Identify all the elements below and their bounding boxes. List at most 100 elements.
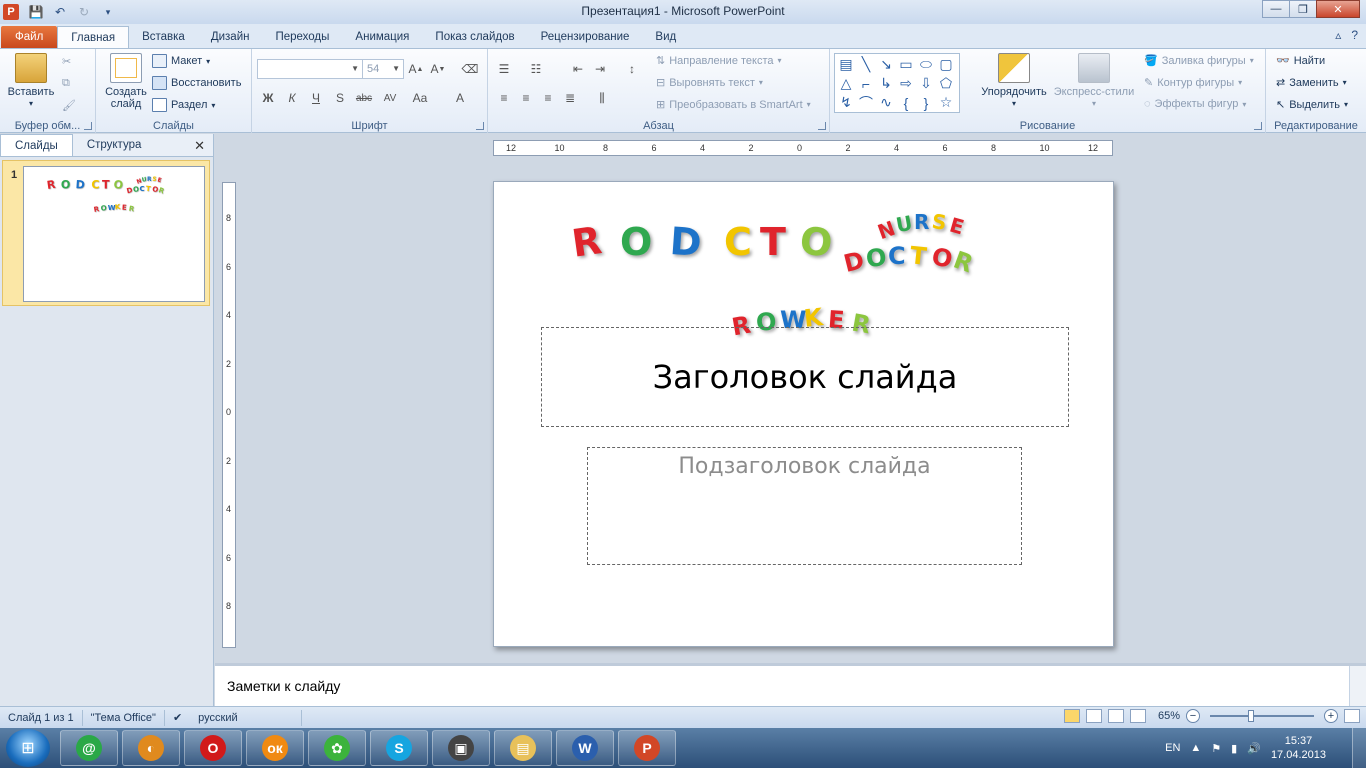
tab-slides[interactable]: Слайды <box>0 134 73 156</box>
wordart-letter[interactable]: O <box>620 220 652 264</box>
decrease-indent-icon[interactable]: ⇤ <box>568 60 588 78</box>
notes-scrollbar[interactable] <box>1349 666 1366 706</box>
tab-home[interactable]: Главная <box>57 26 130 48</box>
elbow-arrow-icon[interactable]: ↳ <box>876 74 896 93</box>
strikethrough-icon[interactable]: abc <box>354 89 374 107</box>
minimize-button[interactable]: — <box>1262 0 1290 18</box>
wordart-letter[interactable]: O <box>100 204 107 213</box>
tray-expand-icon[interactable]: ▲ <box>1190 742 1201 754</box>
oval-shape-icon[interactable]: ⬭ <box>916 55 936 74</box>
save-icon[interactable]: 💾 <box>27 3 45 21</box>
quick-styles-button[interactable]: Экспресс-стили ▾ <box>1052 53 1136 110</box>
wordart-letter[interactable]: D <box>841 246 867 278</box>
align-right-icon[interactable]: ≡ <box>538 89 558 107</box>
cut-button[interactable]: ✂ <box>62 55 71 68</box>
wordart-letter[interactable]: E <box>157 176 163 184</box>
wordart-letter[interactable]: T <box>909 241 928 271</box>
wordart-letter[interactable]: D <box>75 178 85 192</box>
copy-button[interactable]: ⧉ <box>62 77 70 90</box>
taskbar-mail-agent[interactable]: @ <box>60 730 118 766</box>
select-button[interactable]: ↖ Выделить ▾ <box>1276 98 1348 112</box>
paste-button[interactable]: Вставить ▾ <box>6 53 56 110</box>
drawing-launcher-icon[interactable] <box>1254 122 1262 130</box>
wordart-letter[interactable]: O <box>798 218 835 265</box>
shape-fill-button[interactable]: 🪣 Заливка фигуры ▾ <box>1144 54 1254 68</box>
slide-canvas[interactable]: RODCTONURSEDOCTORROWKER Заголовок слайда… <box>493 181 1114 647</box>
paragraph-launcher-icon[interactable] <box>818 122 826 130</box>
clipboard-launcher-icon[interactable] <box>84 122 92 130</box>
text-direction-button[interactable]: ⇅ Направление текста ▾ <box>656 54 782 68</box>
normal-view-icon[interactable] <box>1063 709 1080 723</box>
tab-review[interactable]: Рецензирование <box>528 26 643 48</box>
line-shape-icon[interactable]: ╲ <box>856 55 876 74</box>
taskbar-explorer[interactable]: ▤ <box>494 730 552 766</box>
wordart-letter[interactable]: D <box>669 219 704 265</box>
taskbar-opera[interactable]: O <box>184 730 242 766</box>
tab-slide-show[interactable]: Показ слайдов <box>422 26 527 48</box>
title-placeholder[interactable]: Заголовок слайда <box>541 327 1069 427</box>
right-arrow-shape-icon[interactable]: ⇨ <box>896 74 916 93</box>
align-center-icon[interactable]: ≡ <box>516 89 536 107</box>
italic-icon[interactable]: К <box>282 89 302 107</box>
change-case-icon[interactable]: Aa <box>410 89 430 107</box>
wordart-letter[interactable]: R <box>128 204 135 213</box>
arrow-line-shape-icon[interactable]: ↘ <box>876 55 896 74</box>
wordart-letter[interactable]: S <box>930 209 948 235</box>
new-slide-button[interactable]: Создать слайд <box>102 53 150 110</box>
wordart-letter[interactable]: T <box>145 184 151 193</box>
down-arrow-shape-icon[interactable]: ⇩ <box>916 74 936 93</box>
char-spacing-icon[interactable]: AV <box>380 89 400 107</box>
help-icon[interactable]: ? <box>1351 28 1358 42</box>
battery-icon[interactable]: ▮ <box>1231 742 1237 755</box>
close-button[interactable]: ✕ <box>1316 0 1360 18</box>
clock[interactable]: 15:37 17.04.2013 <box>1271 734 1326 762</box>
bullets-icon[interactable]: ☰ <box>494 60 514 78</box>
wordart-letter[interactable]: R <box>158 186 166 196</box>
arrange-button[interactable]: Упорядочить ▾ <box>976 53 1052 110</box>
wordart-letter[interactable]: C <box>888 242 906 270</box>
grow-font-icon[interactable]: A ▲ <box>406 60 426 78</box>
notes-placeholder[interactable]: Заметки к слайду <box>227 678 340 694</box>
arc-shape-icon[interactable]: ⌒ <box>856 93 876 112</box>
shape-outline-button[interactable]: ✎ Контур фигуры ▾ <box>1144 76 1242 90</box>
tab-transitions[interactable]: Переходы <box>262 26 342 48</box>
restore-button[interactable]: ❐ <box>1289 0 1317 18</box>
font-launcher-icon[interactable] <box>476 122 484 130</box>
taskbar-icq[interactable]: ✿ <box>308 730 366 766</box>
slideshow-view-icon[interactable] <box>1129 709 1146 723</box>
minimize-ribbon-icon[interactable]: ▵ <box>1335 28 1341 42</box>
start-button[interactable]: ⊞ <box>6 729 50 767</box>
tab-file[interactable]: Файл <box>1 26 58 48</box>
taskbar-powerpoint[interactable]: P <box>618 730 676 766</box>
taskbar-media[interactable]: ▣ <box>432 730 490 766</box>
show-desktop-button[interactable] <box>1352 728 1366 768</box>
undo-icon[interactable]: ↶ <box>51 3 69 21</box>
increase-indent-icon[interactable]: ⇥ <box>590 60 610 78</box>
wordart-letter[interactable]: U <box>894 211 914 237</box>
network-flag-icon[interactable]: ⚑ <box>1211 742 1221 755</box>
font-size-combo[interactable]: 54 ▼ <box>362 59 404 79</box>
star-shape-icon[interactable]: ☆ <box>936 93 956 112</box>
layout-button[interactable]: Макет ▾ <box>152 54 210 68</box>
wordart-letter[interactable]: E <box>122 203 127 212</box>
wordart-letter[interactable]: O <box>864 243 888 274</box>
shapes-gallery[interactable]: ▤ ╲ ↘ ▭ ⬭ ▢ △ ⌐ ↳ ⇨ ⇩ ⬠ ↯ ⌒ ∿ { } ☆ <box>834 53 960 113</box>
underline-icon[interactable]: Ч <box>306 89 326 107</box>
wordart-letter[interactable]: T <box>760 220 786 264</box>
shape-effects-button[interactable]: ◌ Эффекты фигур ▾ <box>1144 98 1246 110</box>
tab-design[interactable]: Дизайн <box>198 26 263 48</box>
taskbar-word[interactable]: W <box>556 730 614 766</box>
slide-thumbnail-selected[interactable]: 1 RODCTONURSEDOCTORROWKER <box>2 160 210 306</box>
fit-slide-icon[interactable] <box>1344 709 1360 723</box>
rounded-rect-shape-icon[interactable]: ▢ <box>936 55 956 74</box>
triangle-shape-icon[interactable]: △ <box>836 74 856 93</box>
right-brace-shape-icon[interactable]: } <box>916 93 936 112</box>
find-button[interactable]: 👓 Найти <box>1276 54 1325 68</box>
line-spacing-icon[interactable]: ↕ <box>622 60 642 78</box>
taskbar-browser-ball[interactable]: ◐ <box>122 730 180 766</box>
wordart-letter[interactable]: R <box>46 178 56 192</box>
taskbar-odnoklassniki[interactable]: ок <box>246 730 304 766</box>
convert-smartart-button[interactable]: ⊞ Преобразовать в SmartArt ▾ <box>656 98 811 112</box>
wordart-letter[interactable]: C <box>139 185 144 193</box>
bold-icon[interactable]: Ж <box>258 89 278 107</box>
